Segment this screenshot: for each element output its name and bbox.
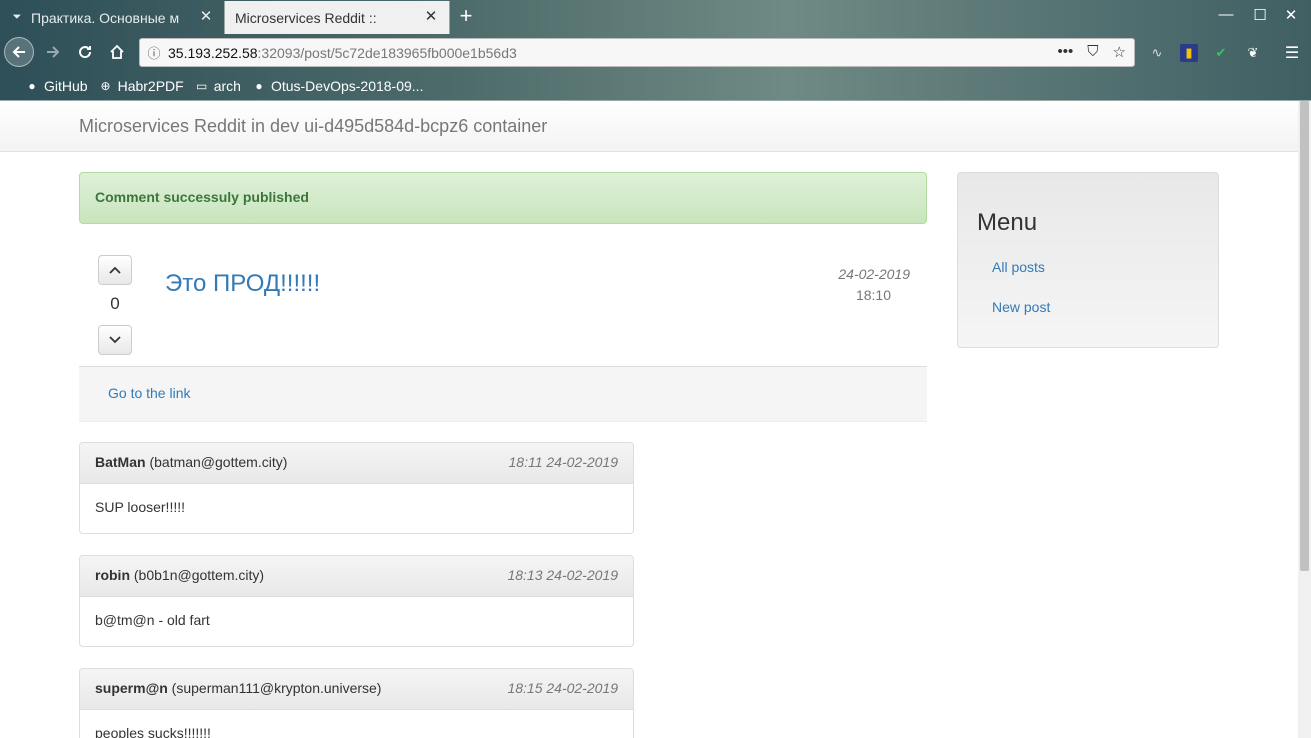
comment-body: SUP looser!!!!! (95, 499, 186, 515)
reload-icon[interactable] (70, 37, 100, 67)
close-tab-icon[interactable]: ✕ (198, 9, 214, 25)
url-host: 35.193.252.58 (168, 44, 258, 61)
tab-bar: ⏷ Практика. Основные м ✕ Microservices R… (0, 0, 1311, 34)
stats-extension-icon[interactable]: ▮ (1180, 44, 1198, 62)
bookmark-github[interactable]: ● GitHub (24, 78, 88, 94)
comment-timestamp: 18:15 24-02-2019 (507, 680, 618, 696)
close-window-icon[interactable]: ✕ (1281, 6, 1301, 24)
post-date: 24-02-2019 (838, 266, 910, 282)
post-time: 18:10 (855, 287, 891, 303)
tab-title: Практика. Основные м (31, 9, 180, 26)
comment-header: robin (b0b1n@gottem.city) 18:13 24-02-20… (80, 556, 633, 597)
bookmark-label: arch (213, 78, 241, 94)
bookmark-habr2pdf[interactable]: ⊕ Habr2PDF (98, 78, 184, 94)
site-brand[interactable]: Microservices Reddit in dev ui-d495d584d… (79, 116, 547, 137)
comment-timestamp: 18:11 24-02-2019 (508, 454, 619, 470)
menu-item-new-post[interactable]: New post (992, 299, 1050, 315)
bookmark-star-icon[interactable]: ☆ (1113, 43, 1126, 61)
comment-body: peoples sucks!!!!!!! (95, 725, 211, 738)
success-alert: Comment successuly published (79, 172, 927, 224)
site-info-icon[interactable]: ⓘ (140, 43, 168, 62)
page-content: Microservices Reddit in dev ui-d495d584d… (0, 101, 1298, 738)
menu-title: Menu (977, 209, 1038, 236)
bookmark-label: GitHub (44, 78, 88, 94)
comment-email: (batman@gottem.city) (149, 454, 288, 470)
hamburger-menu-icon[interactable]: ☰ (1283, 44, 1301, 62)
tab-title: Microservices Reddit :: (235, 9, 377, 26)
url-path: :32093/post/5c72de183965fb000e1b56d3 (257, 44, 517, 61)
forward-button[interactable] (38, 37, 68, 67)
post-title[interactable]: Это ПРОД!!!!!! (165, 270, 320, 298)
bookmark-label: Otus-DevOps-2018-09... (270, 78, 424, 94)
comment-timestamp: 18:13 24-02-2019 (507, 567, 618, 583)
comment-card: BatMan (batman@gottem.city) 18:11 24-02-… (79, 442, 634, 534)
downvote-button[interactable] (98, 325, 132, 355)
globe-icon: ⊕ (100, 79, 111, 93)
comment-email: (b0b1n@gottem.city) (133, 567, 265, 583)
shield-icon[interactable]: ✔ (1212, 44, 1230, 62)
github-icon: ● (28, 79, 36, 93)
comment-card: superm@n (superman111@krypton.universe) … (79, 668, 634, 738)
extension-icon[interactable]: ∿ (1148, 44, 1166, 62)
tab-favicon-icon: ⏷ (12, 11, 22, 23)
comment-author: BatMan (95, 454, 146, 470)
back-button[interactable] (4, 37, 34, 67)
page-actions-icon[interactable]: ••• (1058, 43, 1074, 61)
comment-body: b@tm@n - old fart (95, 612, 210, 628)
vote-count: 0 (110, 294, 120, 313)
menu-item-all-posts[interactable]: All posts (992, 259, 1045, 275)
site-header: Microservices Reddit in dev ui-d495d584d… (0, 101, 1298, 152)
tab-microservices-reddit[interactable]: Microservices Reddit :: ✕ (224, 1, 450, 34)
tab-practice[interactable]: ⏷ Практика. Основные м ✕ (0, 1, 224, 34)
comment-header: BatMan (batman@gottem.city) 18:11 24-02-… (80, 443, 633, 484)
new-tab-button[interactable]: + (455, 4, 477, 28)
bookmarks-toolbar: ● GitHub ⊕ Habr2PDF ▭ arch ● Otus-DevOps… (0, 74, 1311, 98)
page-scrollbar[interactable] (1298, 101, 1311, 738)
close-tab-icon[interactable]: ✕ (423, 9, 439, 25)
chevron-down-icon (109, 336, 121, 344)
bookmark-label: Habr2PDF (117, 78, 184, 94)
comment-header: superm@n (superman111@krypton.universe) … (80, 669, 633, 710)
folder-icon: ▭ (196, 79, 208, 93)
comment-card: robin (b0b1n@gottem.city) 18:13 24-02-20… (79, 555, 634, 647)
browser-chrome: ⏷ Практика. Основные м ✕ Microservices R… (0, 0, 1311, 101)
home-icon[interactable] (102, 37, 132, 67)
scrollbar-thumb[interactable] (1300, 101, 1309, 571)
github-icon: ● (255, 79, 263, 93)
gnome-extension-icon[interactable]: ❦ (1244, 44, 1262, 62)
navigation-bar: ⓘ 35.193.252.58:32093/post/5c72de183965f… (0, 35, 1311, 71)
post-footer: Go to the link (79, 366, 927, 422)
pocket-icon[interactable]: ⛉ (1087, 43, 1098, 61)
comment-author: robin (95, 567, 130, 583)
minimize-icon[interactable]: — (1216, 6, 1236, 23)
bookmark-otus[interactable]: ● Otus-DevOps-2018-09... (251, 78, 424, 94)
chevron-up-icon (109, 266, 121, 274)
upvote-button[interactable] (98, 255, 132, 285)
comment-author: superm@n (95, 680, 168, 696)
address-bar[interactable]: ⓘ 35.193.252.58:32093/post/5c72de183965f… (139, 38, 1135, 67)
comment-email: (superman111@krypton.universe) (171, 680, 382, 696)
post-external-link[interactable]: Go to the link (108, 385, 191, 401)
maximize-icon[interactable]: ☐ (1250, 6, 1270, 24)
sidebar-menu: Menu All posts New post (957, 172, 1219, 348)
bookmark-folder-arch[interactable]: ▭ arch (194, 78, 241, 94)
